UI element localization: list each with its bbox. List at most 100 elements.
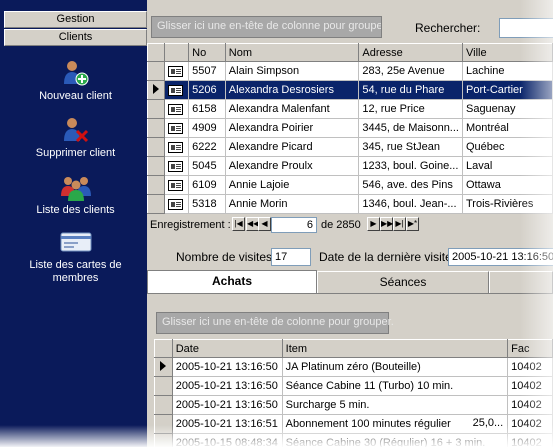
section-gestion[interactable]: Gestion bbox=[4, 11, 147, 28]
cell-ville: Saguenay bbox=[461, 99, 553, 119]
cell-fac: 10402 bbox=[507, 357, 553, 377]
table-row[interactable]: 2005-10-21 13:16:50 JA Platinum zéro (Bo… bbox=[154, 357, 553, 377]
table-row[interactable]: 2005-10-21 13:16:51 Abonnement 100 minut… bbox=[154, 414, 553, 434]
sidebar-item-liste-cartes[interactable]: Liste des cartes de membres bbox=[4, 217, 147, 287]
row-indicator[interactable] bbox=[154, 414, 173, 434]
cell-item: Abonnement 100 minutes régulier 25,0... bbox=[281, 414, 509, 434]
last-record-button[interactable]: ▶| bbox=[393, 217, 406, 231]
record-number-input[interactable]: 6 bbox=[271, 217, 317, 233]
row-indicator[interactable] bbox=[146, 118, 166, 138]
next-record-button[interactable]: ▶ bbox=[367, 217, 380, 231]
column-header-date[interactable]: Date bbox=[171, 339, 283, 358]
column-header-adresse[interactable]: Adresse bbox=[358, 43, 463, 62]
table-row-selected[interactable]: 5206 Alexandra Desrosiers 54, rue du Pha… bbox=[146, 80, 553, 100]
table-row[interactable]: 5507 Alain Simpson 283, 25e Avenue Lachi… bbox=[146, 61, 553, 81]
row-card-icon bbox=[164, 175, 190, 195]
tab-achats[interactable]: Achats bbox=[147, 270, 317, 293]
group-by-drop-zone[interactable]: Glisser ici une en-tête de colonne pour … bbox=[151, 16, 382, 38]
row-indicator[interactable] bbox=[146, 80, 166, 100]
row-indicator[interactable] bbox=[146, 137, 166, 157]
cell-adresse: 546, ave. des Pins bbox=[358, 175, 463, 195]
next-page-button[interactable]: ▶▶ bbox=[380, 217, 393, 231]
search-label: Rechercher: bbox=[415, 21, 481, 35]
sidebar-item-supprimer-client[interactable]: Supprimer client bbox=[4, 103, 147, 160]
cell-adresse: 283, 25e Avenue bbox=[358, 61, 463, 81]
row-indicator[interactable] bbox=[146, 194, 166, 214]
table-row[interactable]: 4909 Alexandra Poirier 3445, de Maisonn.… bbox=[146, 118, 553, 138]
cell-fac: 10402 bbox=[507, 414, 553, 434]
sidebar-item-label: Liste des cartes de membres bbox=[29, 259, 122, 284]
cell-adresse: 54, rue du Phare bbox=[358, 80, 463, 100]
row-indicator[interactable] bbox=[154, 357, 173, 377]
sidebar-item-nouveau-client[interactable]: Nouveau client bbox=[4, 46, 147, 103]
main-panel: Glisser ici une en-tête de colonne pour … bbox=[146, 0, 553, 447]
row-indicator[interactable] bbox=[146, 175, 166, 195]
row-indicator[interactable] bbox=[146, 156, 166, 176]
header-icon bbox=[164, 43, 190, 62]
column-header-item[interactable]: Item bbox=[281, 339, 509, 358]
section-clients[interactable]: Clients bbox=[4, 29, 147, 46]
table-row[interactable]: 6158 Alexandra Malenfant 12, rue Price S… bbox=[146, 99, 553, 119]
column-header-no[interactable]: No bbox=[188, 43, 226, 62]
cell-adresse: 1233, boul. Goine... bbox=[358, 156, 463, 176]
row-indicator[interactable] bbox=[146, 99, 166, 119]
search-input[interactable] bbox=[499, 18, 553, 38]
row-card-icon bbox=[164, 156, 190, 176]
cell-fac: 10402 bbox=[507, 395, 553, 415]
cell-amount: 25,0... bbox=[472, 417, 504, 429]
cell-nom: Alexandra Poirier bbox=[224, 118, 360, 138]
group-by-drop-zone-achats[interactable]: Glisser ici une en-tête de colonne pour … bbox=[156, 312, 394, 334]
sidebar-item-label: Liste des clients bbox=[36, 204, 115, 216]
column-header-nom[interactable]: Nom bbox=[224, 43, 360, 62]
table-row[interactable]: 5318 Annie Morin 1346, boul. Jean-... Tr… bbox=[146, 194, 553, 214]
new-record-button[interactable]: ▶* bbox=[406, 217, 419, 231]
cell-ville: Québec bbox=[461, 137, 553, 157]
cell-no: 4909 bbox=[188, 118, 226, 138]
cell-nom: Alexandra Desrosiers bbox=[224, 80, 360, 100]
header-indicator bbox=[154, 339, 173, 358]
row-card-icon bbox=[164, 118, 190, 138]
sidebar-item-liste-clients[interactable]: Liste des clients bbox=[4, 160, 147, 217]
cell-no: 6222 bbox=[188, 137, 226, 157]
table-row[interactable]: 2005-10-21 13:16:50 Séance Cabine 11 (Tu… bbox=[154, 376, 553, 396]
cell-item: JA Platinum zéro (Bouteille) bbox=[281, 357, 509, 377]
cell-no: 6158 bbox=[188, 99, 226, 119]
table-row[interactable]: 6109 Annie Lajoie 546, ave. des Pins Ott… bbox=[146, 175, 553, 195]
first-record-button[interactable]: |◀ bbox=[232, 217, 245, 231]
last-visit-label: Date de la dernière visite : bbox=[319, 250, 459, 264]
visit-count-field: 17 bbox=[271, 248, 311, 266]
cell-date: 2005-10-21 13:16:50 bbox=[171, 376, 283, 396]
cell-item: Surcharge 5 min. bbox=[281, 395, 509, 415]
table-row[interactable]: 2005-10-21 13:16:50 Surcharge 5 min. 104… bbox=[154, 395, 553, 415]
table-row[interactable]: 5045 Alexandre Proulx 1233, boul. Goine.… bbox=[146, 156, 553, 176]
column-header-ville[interactable]: Ville bbox=[461, 43, 553, 62]
table-header-row: Date Item Fac bbox=[154, 339, 553, 358]
sidebar-items: Nouveau client Supprimer client Liste de… bbox=[4, 46, 147, 287]
cell-nom: Annie Lajoie bbox=[224, 175, 360, 195]
cell-date: 2005-10-15 08:48:34 bbox=[171, 433, 283, 447]
clients-table: No Nom Adresse Ville 5507 Alain Simpson … bbox=[146, 43, 553, 214]
cell-item: Séance Cabine 30 (Régulier) 16 + 3 min. bbox=[281, 433, 509, 447]
previous-record-button[interactable]: ◀ bbox=[258, 217, 271, 231]
table-row[interactable]: 2005-10-15 08:48:34 Séance Cabine 30 (Ré… bbox=[154, 433, 553, 447]
cell-fac: 10402 bbox=[507, 376, 553, 396]
tab-next[interactable] bbox=[489, 271, 553, 293]
table-row[interactable]: 6222 Alexandre Picard 345, rue StJean Qu… bbox=[146, 137, 553, 157]
cell-ville: Lachine bbox=[461, 61, 553, 81]
cell-no: 6109 bbox=[188, 175, 226, 195]
cell-nom: Annie Morin bbox=[224, 194, 360, 214]
column-header-fac[interactable]: Fac bbox=[507, 339, 553, 358]
achats-panel: Glisser ici une en-tête de colonne pour … bbox=[147, 293, 553, 447]
cell-ville: Ottawa bbox=[461, 175, 553, 195]
row-indicator[interactable] bbox=[146, 61, 166, 81]
cell-item-text: JA Platinum zéro (Bouteille) bbox=[285, 361, 421, 373]
cell-nom: Alain Simpson bbox=[224, 61, 360, 81]
cell-ville: Port-Cartier bbox=[461, 80, 553, 100]
row-indicator[interactable] bbox=[154, 395, 173, 415]
tab-seances[interactable]: Séances bbox=[317, 271, 489, 293]
row-indicator[interactable] bbox=[154, 433, 173, 447]
cell-adresse: 12, rue Price bbox=[358, 99, 463, 119]
visit-count-label: Nombre de visites : bbox=[176, 250, 279, 264]
cell-item-text: Séance Cabine 11 (Turbo) 10 min. bbox=[285, 380, 454, 392]
row-indicator[interactable] bbox=[154, 376, 173, 396]
